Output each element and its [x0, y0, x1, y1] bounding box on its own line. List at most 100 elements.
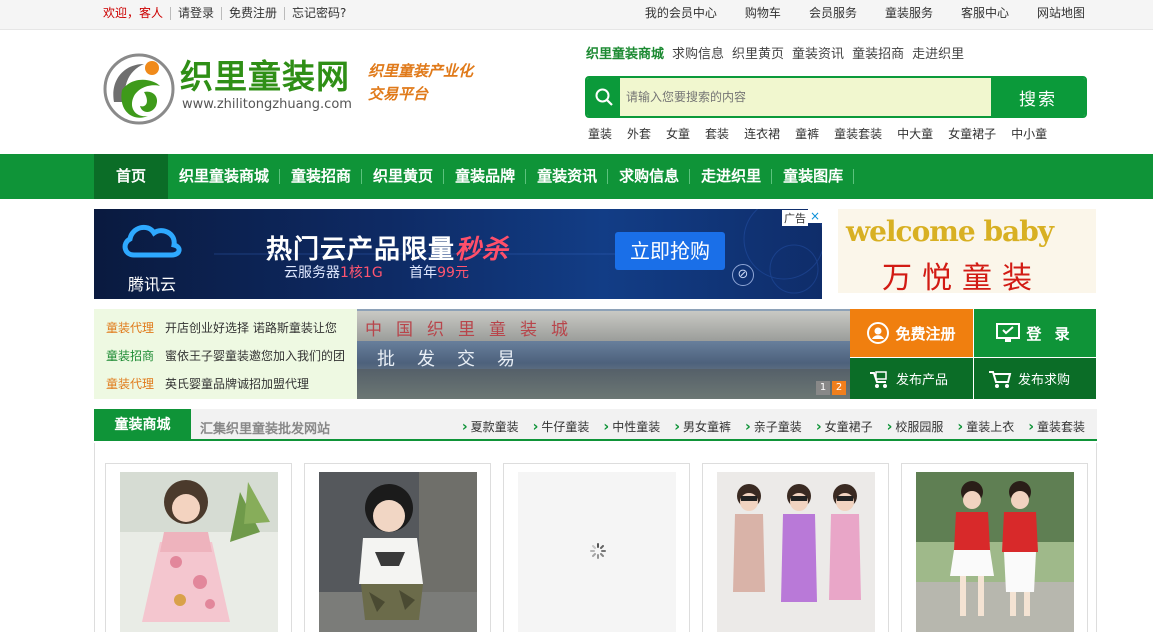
nav-gallery[interactable]: 童装图库 [772, 154, 855, 199]
login-button[interactable]: 登 录 [973, 309, 1096, 357]
top-bar: 欢迎，客人 请登录 免费注册 忘记密码? 我的会员中心 购物车 会员服务 童装服… [0, 0, 1153, 30]
section-title[interactable]: 童装商城 [94, 409, 191, 441]
slider-page-2[interactable]: 2 [832, 381, 846, 395]
nav-franchise[interactable]: 童装招商 [280, 154, 363, 199]
news-tag[interactable]: 童装代理 [106, 375, 154, 403]
category-link-family[interactable]: 亲子童装 [745, 418, 802, 435]
side-ad-banner[interactable]: welcome baby 万悦童装 [838, 209, 1096, 293]
list-item[interactable]: 童装代理 英氏婴童品牌诚招加盟代理 [106, 375, 357, 403]
news-text[interactable]: 开店创业好选择 诺路斯童装让您 [165, 319, 337, 347]
compass-icon: ⊘ [732, 264, 754, 286]
forgot-password-link[interactable]: 忘记密码? [284, 7, 353, 20]
hotword-pants[interactable]: 童裤 [795, 125, 819, 142]
hotword-set[interactable]: 套装 [705, 125, 729, 142]
kids-service-link[interactable]: 童装服务 [885, 7, 933, 20]
ad-subline: 云服务器1核1G 首年99元 [284, 262, 469, 282]
site-logo[interactable]: 织里童装网 www.zhilitongzhuang.com 织里童装产业化 交易… [100, 48, 490, 130]
slogan-line-2: 交易平台 [368, 85, 429, 103]
cart-icon [868, 369, 890, 389]
list-item[interactable]: 童装招商 蜜依王子婴童装邀您加入我们的团 [106, 347, 357, 375]
category-link-tops[interactable]: 童装上衣 [957, 418, 1014, 435]
category-link-uniform[interactable]: 校服园服 [887, 418, 943, 435]
quick-link-news[interactable]: 童装资讯 [792, 43, 844, 62]
slider-page-1[interactable]: 1 [816, 381, 830, 395]
nav-mall[interactable]: 织里童装商城 [168, 154, 281, 199]
hotword-kids[interactable]: 童装 [588, 125, 612, 142]
nav-home[interactable]: 首页 [94, 154, 169, 199]
nav-news[interactable]: 童装资讯 [526, 154, 609, 199]
product-image[interactable] [916, 472, 1074, 632]
nav-purchase[interactable]: 求购信息 [608, 154, 691, 199]
ad-sub-a: 云服务器 [284, 265, 340, 281]
category-link-pants[interactable]: 男女童裤 [674, 418, 731, 435]
nav-yellowpages[interactable]: 织里黄页 [362, 154, 445, 199]
category-link-unisex[interactable]: 中性童装 [603, 418, 660, 435]
search-input[interactable] [620, 78, 991, 116]
category-link-sets[interactable]: 童装套装 [1028, 418, 1085, 435]
nav-brands[interactable]: 童装品牌 [444, 154, 527, 199]
side-ad-welcome: welcome baby [846, 215, 1054, 248]
cart-link[interactable]: 购物车 [745, 7, 781, 20]
news-tag[interactable]: 童装代理 [106, 319, 154, 347]
logo-slogan: 织里童装产业化 交易平台 [368, 60, 488, 106]
quick-link-franchise[interactable]: 童装招商 [852, 43, 904, 62]
register-link[interactable]: 免费注册 [221, 7, 284, 20]
hotword-coat[interactable]: 外套 [627, 125, 651, 142]
product-image[interactable] [717, 472, 875, 632]
ad-cta-button[interactable]: 立即抢购 [615, 232, 725, 270]
category-link-girls-skirt[interactable]: 女童裙子 [816, 418, 873, 435]
hotword-dress[interactable]: 连衣裙 [744, 125, 780, 142]
news-tag[interactable]: 童装招商 [106, 347, 154, 375]
product-image[interactable] [120, 472, 278, 632]
hotword-girls[interactable]: 女童 [666, 125, 690, 142]
list-item[interactable]: 童装代理 开店创业好选择 诺路斯童装让您 [106, 319, 357, 347]
section-subtitle: 汇集织里童装批发网站 [200, 422, 331, 437]
free-register-button[interactable]: 免费注册 [850, 309, 973, 357]
free-register-label: 免费注册 [895, 324, 956, 343]
nav-about[interactable]: 走进织里 [690, 154, 773, 199]
quick-link-purchase[interactable]: 求购信息 [672, 43, 724, 62]
quick-link-mall[interactable]: 织里童装商城 [586, 43, 664, 62]
news-text[interactable]: 蜜依王子婴童装邀您加入我们的团 [165, 347, 345, 375]
monitor-icon [996, 323, 1021, 343]
photo-signboard: 中国织里童装城 [357, 311, 850, 341]
product-image[interactable] [319, 472, 477, 632]
ad-headline: 热门云产品限量秒杀 [266, 229, 509, 266]
ad-banner[interactable]: 腾讯云 热门云产品限量秒杀 云服务器1核1G 首年99元 立即抢购 ⊘ 广告 × [94, 209, 822, 299]
product-grid [94, 443, 1097, 632]
member-service-link[interactable]: 会员服务 [809, 7, 857, 20]
hot-keywords: 童装 外套 女童 套装 连衣裙 童裤 童装套装 中大童 女童裙子 中小童 [588, 125, 1062, 142]
slogan-line-1: 织里童装产业化 [368, 62, 474, 80]
product-image-loading[interactable] [518, 472, 676, 632]
shopping-cart-icon [988, 369, 1012, 389]
photo-slider[interactable]: 中国织里童装城 批发交易 1 2 [357, 309, 850, 399]
category-link-denim[interactable]: 牛仔童装 [533, 418, 589, 435]
ad-close-icon[interactable]: × [808, 209, 822, 223]
photo-store-text: 批发交易 [377, 349, 537, 370]
login-label: 登 录 [1026, 324, 1074, 343]
member-center-link[interactable]: 我的会员中心 [645, 7, 717, 20]
search-button[interactable]: 搜索 [991, 78, 1085, 116]
product-card[interactable] [901, 463, 1088, 632]
hotword-kids-set[interactable]: 童装套装 [834, 125, 882, 142]
hotword-girls-skirt[interactable]: 女童裙子 [948, 125, 996, 142]
hotword-big-kids[interactable]: 中大童 [897, 125, 933, 142]
product-card[interactable] [702, 463, 889, 632]
logo-url: www.zhilitongzhuang.com [182, 97, 352, 112]
product-card[interactable] [105, 463, 292, 632]
login-link[interactable]: 请登录 [170, 7, 221, 20]
publish-purchase-button[interactable]: 发布求购 [973, 357, 1096, 399]
photo-sign-text: 中国织里童装城 [365, 320, 582, 340]
customer-service-link[interactable]: 客服中心 [961, 7, 1009, 20]
category-link-summer[interactable]: 夏款童装 [462, 418, 519, 435]
hotword-small-kids[interactable]: 中小童 [1011, 125, 1047, 142]
product-card[interactable] [503, 463, 690, 632]
sitemap-link[interactable]: 网站地图 [1037, 7, 1085, 20]
news-text[interactable]: 英氏婴童品牌诚招加盟代理 [165, 375, 309, 403]
publish-product-button[interactable]: 发布产品 [850, 357, 973, 399]
slider-pager: 1 2 [816, 381, 846, 395]
publish-product-label: 发布产品 [896, 373, 949, 388]
quick-link-yellowpages[interactable]: 织里黄页 [732, 43, 784, 62]
quick-link-about[interactable]: 走进织里 [912, 43, 964, 62]
product-card[interactable] [304, 463, 491, 632]
